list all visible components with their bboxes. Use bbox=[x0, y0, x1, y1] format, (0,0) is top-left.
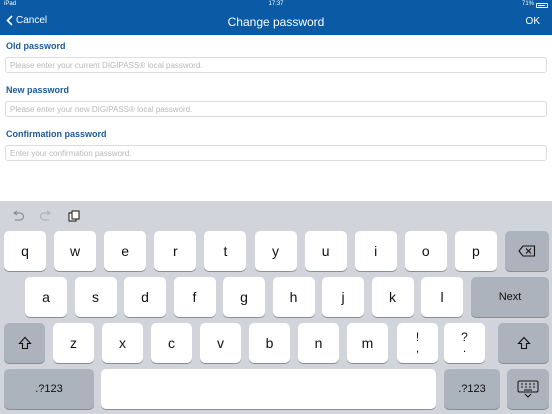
confirmation-password-label: Confirmation password bbox=[6, 129, 107, 139]
key-z[interactable]: z bbox=[53, 323, 94, 363]
key-k[interactable]: k bbox=[371, 277, 414, 317]
chevron-left-icon bbox=[6, 15, 13, 26]
backspace-key[interactable] bbox=[505, 231, 549, 271]
numbers-key-right[interactable]: .?123 bbox=[444, 369, 500, 409]
key-d[interactable]: d bbox=[124, 277, 166, 317]
cancel-label: Cancel bbox=[16, 15, 48, 26]
key-exclamation-comma[interactable]: ! , bbox=[397, 323, 438, 363]
space-key[interactable] bbox=[101, 369, 436, 409]
shift-icon bbox=[17, 336, 32, 350]
new-password-label: New password bbox=[6, 85, 70, 95]
key-p[interactable]: p bbox=[454, 231, 497, 271]
key-h[interactable]: h bbox=[272, 277, 315, 317]
keyboard-shortcuts bbox=[10, 209, 82, 223]
status-time: 17:37 bbox=[268, 1, 284, 7]
key-c[interactable]: c bbox=[151, 323, 192, 363]
hide-keyboard-key[interactable] bbox=[507, 369, 549, 409]
redo-icon[interactable] bbox=[38, 209, 54, 223]
key-l[interactable]: l bbox=[421, 277, 463, 317]
old-password-label: Old password bbox=[6, 41, 66, 51]
shift-key-right[interactable] bbox=[498, 323, 549, 363]
page-title: Change password bbox=[227, 15, 325, 29]
numbers-key-left[interactable]: .?123 bbox=[4, 369, 94, 409]
key-j[interactable]: j bbox=[322, 277, 364, 317]
next-key[interactable]: Next bbox=[471, 277, 549, 317]
navigation-bar: Cancel Change password OK bbox=[0, 10, 552, 35]
key-a[interactable]: a bbox=[25, 277, 67, 317]
key-i[interactable]: i bbox=[354, 231, 397, 271]
new-password-input[interactable] bbox=[5, 101, 547, 117]
shift-icon bbox=[516, 336, 531, 350]
key-y[interactable]: y bbox=[254, 231, 297, 271]
status-battery: 71% bbox=[521, 1, 548, 8]
key-v[interactable]: v bbox=[200, 323, 241, 363]
old-password-input[interactable] bbox=[5, 57, 547, 73]
status-bar: iPad 17:37 71% bbox=[0, 0, 552, 10]
key-r[interactable]: r bbox=[154, 231, 197, 271]
cancel-button[interactable]: Cancel bbox=[6, 15, 47, 26]
key-o[interactable]: o bbox=[404, 231, 447, 271]
paste-icon[interactable] bbox=[66, 209, 82, 223]
onscreen-keyboard: Next ! , ? . .?123 .?123 qwertyuiop asdfg… bbox=[0, 201, 552, 414]
key-e[interactable]: e bbox=[104, 231, 147, 271]
key-question-period[interactable]: ? . bbox=[444, 323, 485, 363]
key-x[interactable]: x bbox=[102, 323, 143, 363]
key-b[interactable]: b bbox=[249, 323, 290, 363]
undo-icon[interactable] bbox=[10, 209, 26, 223]
ok-button[interactable]: OK bbox=[526, 16, 540, 27]
key-f[interactable]: f bbox=[173, 277, 216, 317]
backspace-icon bbox=[518, 245, 536, 257]
shift-key-left[interactable] bbox=[4, 323, 45, 363]
battery-percent: 71% bbox=[521, 1, 534, 7]
key-s[interactable]: s bbox=[74, 277, 117, 317]
key-q[interactable]: q bbox=[4, 231, 46, 271]
key-n[interactable]: n bbox=[298, 323, 339, 363]
key-u[interactable]: u bbox=[304, 231, 347, 271]
key-g[interactable]: g bbox=[223, 277, 265, 317]
confirmation-password-input[interactable] bbox=[5, 145, 547, 161]
key-m[interactable]: m bbox=[347, 323, 388, 363]
keyboard-hide-icon bbox=[517, 380, 539, 398]
key-t[interactable]: t bbox=[204, 231, 247, 271]
key-w[interactable]: w bbox=[54, 231, 97, 271]
battery-icon bbox=[536, 2, 548, 8]
